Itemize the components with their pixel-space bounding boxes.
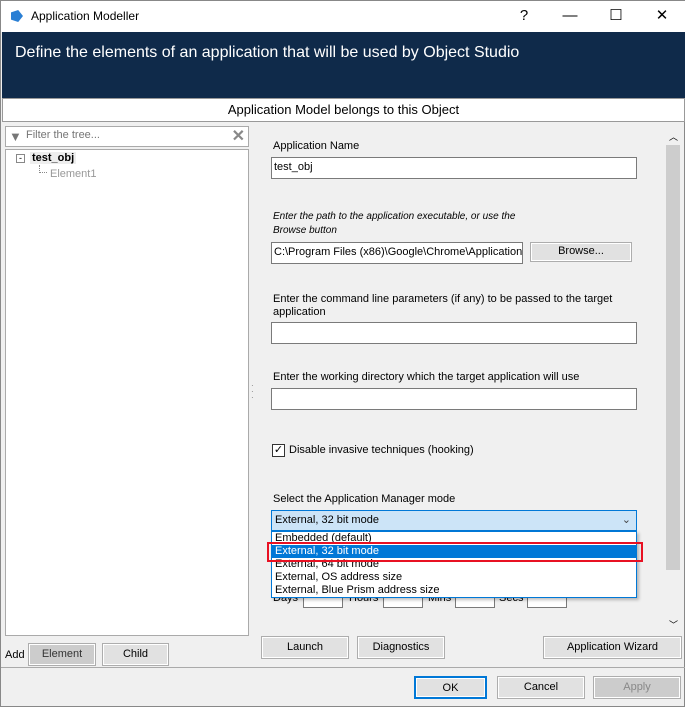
- tree-child-item[interactable]: Element1: [50, 168, 96, 180]
- cancel-button[interactable]: Cancel: [497, 676, 585, 699]
- filter-input[interactable]: [26, 129, 226, 141]
- app-name-label: Application Name: [273, 140, 360, 152]
- scroll-up-icon[interactable]: ︿: [669, 130, 678, 143]
- clear-filter-icon[interactable]: ✕: [232, 126, 245, 146]
- params-input[interactable]: [271, 322, 637, 344]
- tree-connector: [39, 165, 47, 173]
- add-label: Add: [5, 649, 25, 661]
- window-title: Application Modeller: [31, 9, 140, 23]
- tree-filter[interactable]: ▼ ✕: [5, 126, 249, 147]
- banner: Define the elements of an application th…: [2, 32, 685, 98]
- workdir-label: Enter the working directory which the ta…: [273, 371, 580, 383]
- params-label: Enter the command line parameters (if an…: [273, 293, 613, 318]
- collapse-icon[interactable]: -: [16, 154, 25, 163]
- chevron-down-icon: ⌄: [621, 514, 631, 526]
- footer-divider: [1, 667, 685, 668]
- hooking-label: Disable invasive techniques (hooking): [289, 444, 474, 456]
- scroll-thumb[interactable]: [666, 145, 680, 570]
- maximize-button[interactable]: ☐: [596, 5, 636, 27]
- path-input[interactable]: C:\Program Files (x86)\Google\Chrome\App…: [271, 242, 523, 264]
- hooking-checkbox[interactable]: ✓: [272, 444, 285, 457]
- add-element-button[interactable]: Element: [28, 643, 96, 666]
- scroll-down-icon[interactable]: ﹀: [669, 618, 678, 631]
- add-child-button[interactable]: Child: [102, 643, 169, 666]
- splitter-grip[interactable]: · · ·: [251, 382, 254, 402]
- mode-select-value: External, 32 bit mode: [275, 514, 379, 526]
- mode-select[interactable]: External, 32 bit mode ⌄: [271, 510, 637, 531]
- tree-root-item[interactable]: test_obj: [30, 152, 77, 164]
- application-wizard-button[interactable]: Application Wizard: [543, 636, 682, 659]
- belongs-to-object-button[interactable]: Application Model belongs to this Object: [2, 98, 685, 122]
- mode-option[interactable]: External, OS address size: [272, 571, 636, 584]
- mode-option[interactable]: External, Blue Prism address size: [272, 584, 636, 597]
- element-tree: - test_obj Element1: [5, 149, 249, 636]
- app-name-input[interactable]: test_obj: [271, 157, 637, 179]
- launch-button[interactable]: Launch: [261, 636, 349, 659]
- filter-icon: ▼: [9, 129, 22, 144]
- browse-button[interactable]: Browse...: [530, 242, 632, 262]
- help-button[interactable]: ?: [504, 5, 544, 27]
- highlight-box: [267, 542, 643, 562]
- path-hint: Enter the path to the application execut…: [273, 211, 516, 236]
- diagnostics-button[interactable]: Diagnostics: [357, 636, 445, 659]
- mode-label: Select the Application Manager mode: [273, 493, 456, 505]
- workdir-input[interactable]: [271, 388, 637, 410]
- apply-button[interactable]: Apply: [593, 676, 681, 699]
- close-button[interactable]: ✕: [642, 5, 682, 27]
- form-scrollbar[interactable]: ︿ ﹀: [665, 128, 681, 633]
- minimize-button[interactable]: —: [550, 5, 590, 27]
- ok-button[interactable]: OK: [414, 676, 487, 699]
